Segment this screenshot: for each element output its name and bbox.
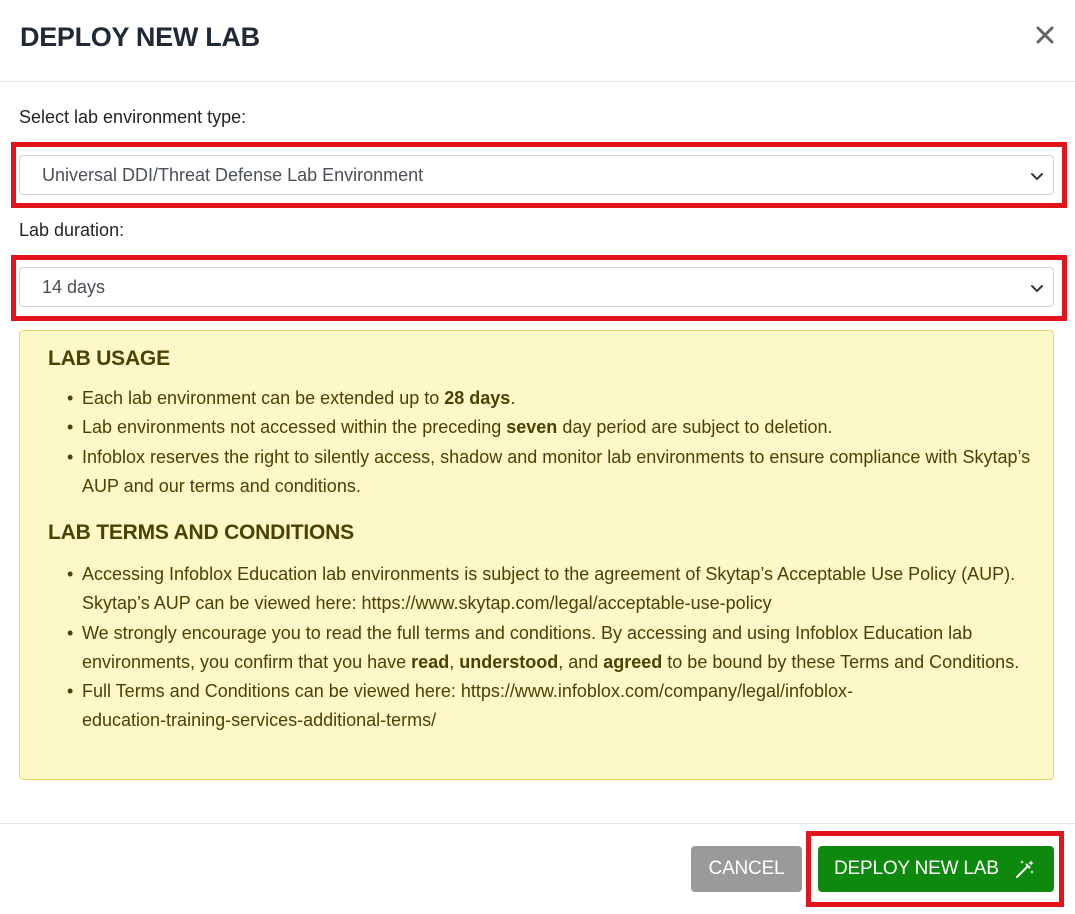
list-item: We strongly encourage you to read the fu… xyxy=(67,619,1042,678)
deploy-new-lab-button[interactable]: DEPLOY NEW LAB xyxy=(818,846,1054,892)
magic-wand-icon xyxy=(1016,860,1034,878)
list-item: Infoblox reserves the right to silently … xyxy=(67,443,1042,502)
modal-title: DEPLOY NEW LAB xyxy=(20,22,260,52)
chevron-down-icon xyxy=(1031,173,1043,180)
list-item: Accessing Infoblox Education lab environ… xyxy=(67,560,1042,619)
close-button[interactable] xyxy=(1030,20,1060,50)
lab-duration-select[interactable]: 14 days xyxy=(19,267,1054,307)
deploy-button-label: DEPLOY NEW LAB xyxy=(834,858,999,879)
deploy-lab-modal: DEPLOY NEW LAB Select lab environment ty… xyxy=(0,0,1075,914)
env-type-selected-value: Universal DDI/Threat Defense Lab Environ… xyxy=(42,165,424,185)
modal-header: DEPLOY NEW LAB xyxy=(0,0,1075,82)
lab-terms-heading: LAB TERMS AND CONDITIONS xyxy=(48,521,354,544)
lab-usage-heading: LAB USAGE xyxy=(48,347,170,370)
list-item: Each lab environment can be extended up … xyxy=(67,384,1042,414)
close-icon xyxy=(1036,26,1054,44)
lab-duration-selected-value: 14 days xyxy=(42,277,106,297)
lab-terms-list: Accessing Infoblox Education lab environ… xyxy=(67,560,1042,736)
lab-notice-panel: LAB USAGE Each lab environment can be ex… xyxy=(19,330,1054,780)
chevron-down-icon xyxy=(1031,285,1043,292)
env-type-select[interactable]: Universal DDI/Threat Defense Lab Environ… xyxy=(19,155,1054,195)
list-item: Full Terms and Conditions can be viewed … xyxy=(67,677,1042,736)
cancel-button[interactable]: CANCEL xyxy=(691,846,802,892)
list-item: Lab environments not accessed within the… xyxy=(67,413,1042,443)
cancel-button-label: CANCEL xyxy=(708,858,785,879)
env-type-label: Select lab environment type: xyxy=(19,107,247,127)
lab-duration-label: Lab duration: xyxy=(19,220,125,240)
lab-usage-list: Each lab environment can be extended up … xyxy=(67,384,1042,502)
